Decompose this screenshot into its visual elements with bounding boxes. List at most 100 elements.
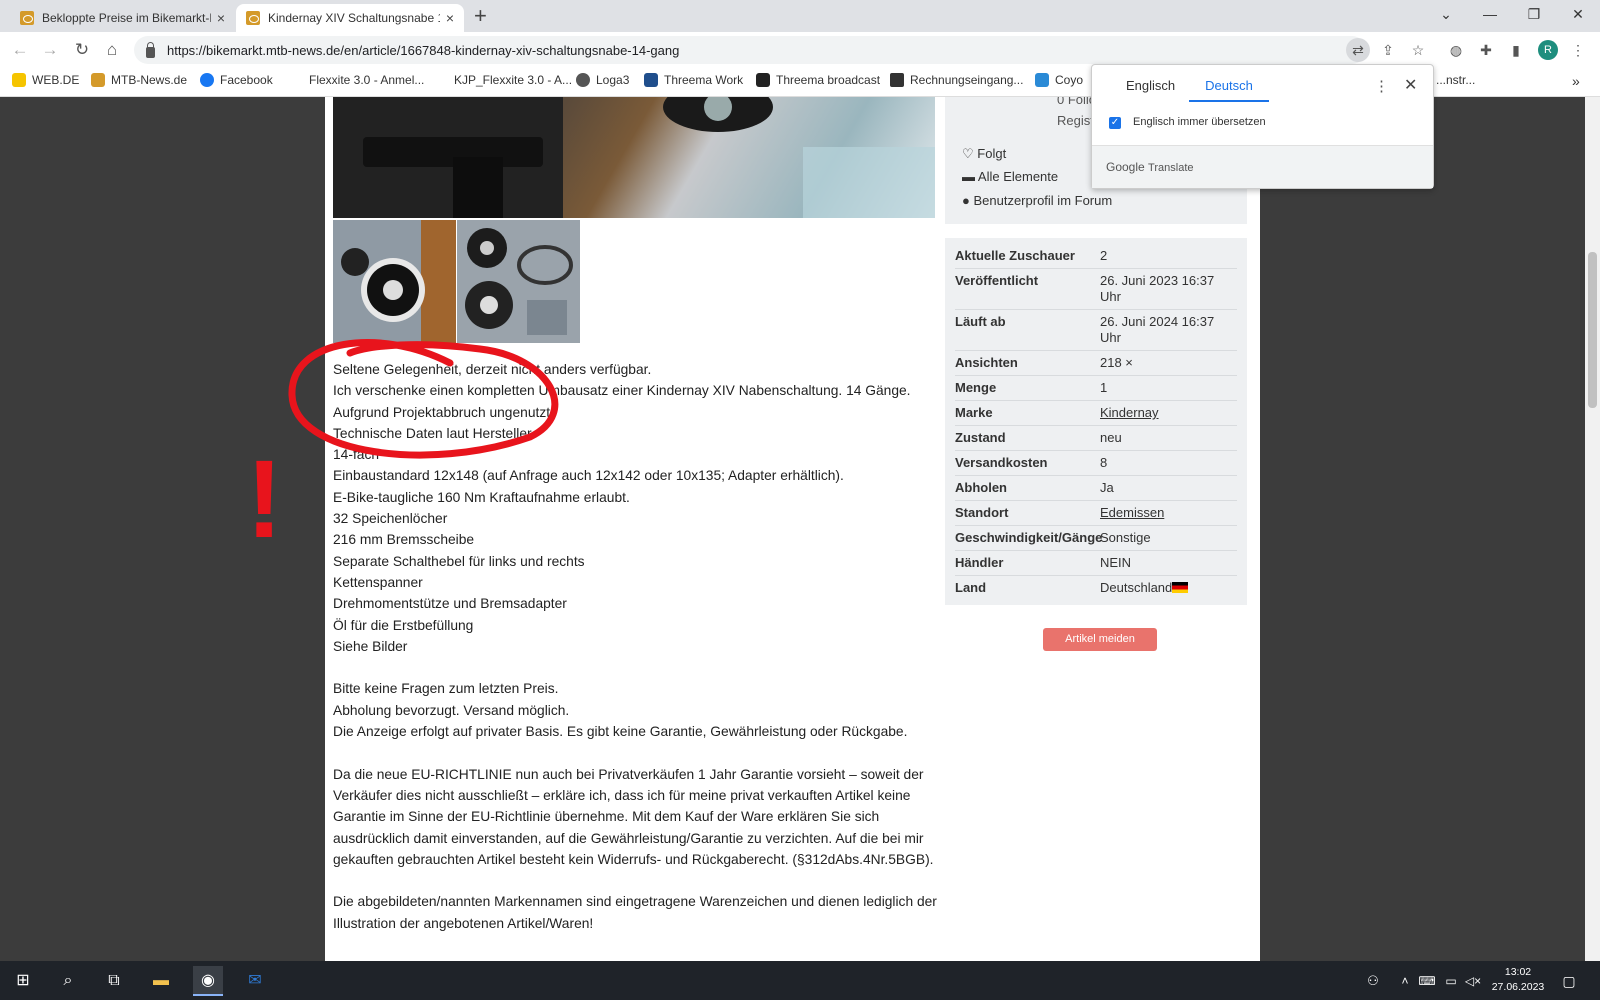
info-value: neu bbox=[1100, 430, 1122, 445]
info-key: Händler bbox=[955, 555, 1004, 570]
tab-kindernay[interactable]: Kindernay XIV Schaltungsnabe 14 × bbox=[236, 4, 464, 32]
options-dots-icon[interactable]: ⋮ bbox=[1374, 77, 1389, 95]
back-icon[interactable]: ← bbox=[8, 38, 32, 62]
volume-muted-icon[interactable]: ◁× bbox=[1458, 966, 1488, 996]
system-clock[interactable]: 13:02 27.06.2023 bbox=[1490, 965, 1546, 995]
bookmark-star-icon[interactable]: ☆ bbox=[1406, 38, 1430, 62]
forum-profile-link[interactable]: ● Benutzerprofil im Forum bbox=[962, 193, 1112, 208]
description-line: Kettenspanner bbox=[333, 574, 423, 590]
tab-strip: Bekloppte Preise im Bikemarkt-D × Kinder… bbox=[0, 0, 1600, 32]
minimize-icon[interactable]: — bbox=[1468, 0, 1512, 28]
bookmark-truncated[interactable]: ...nstr... bbox=[1436, 73, 1475, 87]
page-viewport: Seltene Gelegenheit, derzeit nicht ander… bbox=[0, 97, 1585, 961]
mtb-favicon-icon bbox=[246, 11, 260, 25]
share-icon[interactable]: ⇪ bbox=[1376, 38, 1400, 62]
article-info-table: Aktuelle Zuschauer 2 Veröffentlicht 26. Ju… bbox=[945, 238, 1247, 605]
close-popup-icon[interactable]: ✕ bbox=[1404, 75, 1417, 95]
description-paragraph: Da die neue EU-RICHTLINIE nun auch bei P… bbox=[333, 766, 934, 867]
info-value: 1 bbox=[1100, 380, 1108, 395]
url-text: https://bikemarkt.mtb-news.de/en/article… bbox=[167, 42, 680, 58]
address-bar[interactable]: https://bikemarkt.mtb-news.de/en/article… bbox=[134, 36, 1366, 64]
all-items-link[interactable]: ▬ Alle Elemente bbox=[962, 169, 1058, 184]
task-view-icon[interactable]: ⧉ bbox=[99, 966, 129, 996]
file-explorer-icon[interactable]: ▬ bbox=[146, 966, 176, 996]
bookmark-label: Coyo bbox=[1055, 73, 1084, 87]
windows-start-icon[interactable]: ⊞ bbox=[8, 966, 38, 996]
notifications-icon[interactable]: ▢ bbox=[1554, 966, 1584, 996]
info-value: 8 bbox=[1100, 455, 1108, 470]
always-translate-checkbox[interactable]: ✓ bbox=[1109, 117, 1121, 129]
new-tab-icon[interactable]: + bbox=[474, 4, 487, 28]
tab-search-icon[interactable]: ⌄ bbox=[1424, 0, 1468, 28]
bookmark-label: Threema Work bbox=[664, 73, 744, 87]
google-wordmark: Google bbox=[1106, 160, 1145, 174]
restore-icon[interactable]: ❐ bbox=[1512, 0, 1556, 28]
bookmark-label: Flexxite 3.0 - Anmel... bbox=[309, 73, 425, 87]
info-row: Abholen Ja bbox=[955, 476, 1237, 501]
bookmark-webde[interactable]: WEB.DE bbox=[12, 73, 79, 87]
search-icon[interactable]: ⌕ bbox=[53, 966, 83, 996]
extensions-puzzle-icon[interactable]: ✚ bbox=[1474, 38, 1498, 62]
location-link[interactable]: Edemissen bbox=[1100, 505, 1164, 521]
more-bookmarks-icon[interactable]: » bbox=[1572, 73, 1580, 89]
bookmark-threema-broadcast[interactable]: Threema broadcast bbox=[756, 73, 880, 87]
brand-link[interactable]: Kindernay bbox=[1100, 405, 1159, 421]
thumbnail-photo bbox=[333, 220, 456, 343]
google-translate-logo: Google Translate bbox=[1106, 160, 1194, 174]
follow-link[interactable]: ♡ Folgt bbox=[962, 146, 1006, 162]
main-product-image[interactable] bbox=[333, 97, 935, 218]
close-window-icon[interactable]: ✕ bbox=[1556, 0, 1600, 28]
info-row: Marke Kindernay bbox=[955, 401, 1237, 426]
all-items-label: Alle Elemente bbox=[977, 169, 1059, 184]
profile-avatar[interactable]: R bbox=[1538, 40, 1558, 60]
info-value: Deutschland bbox=[1100, 580, 1189, 596]
bookmark-label: KJP_Flexxite 3.0 - A... bbox=[454, 73, 573, 87]
forward-icon[interactable]: → bbox=[38, 38, 62, 62]
report-article-button[interactable]: Artikel meiden bbox=[1043, 628, 1157, 651]
extension-globe-icon[interactable]: ◍ bbox=[1444, 38, 1468, 62]
description-blank bbox=[333, 870, 943, 891]
bookmark-label: Facebook bbox=[220, 73, 273, 87]
info-row: Land Deutschland bbox=[955, 576, 1237, 600]
bookmark-kjp-flexxite[interactable]: KJP_Flexxite 3.0 - A... bbox=[434, 73, 572, 87]
close-tab-icon[interactable]: × bbox=[217, 10, 225, 26]
bookmark-threema-work[interactable]: Threema Work bbox=[644, 73, 743, 87]
bookmark-rechnungseingang[interactable]: Rechnungseingang... bbox=[890, 73, 1023, 87]
tab-title: Kindernay XIV Schaltungsnabe 14 bbox=[268, 11, 440, 25]
info-row: Menge 1 bbox=[955, 376, 1237, 401]
scrollbar-thumb[interactable] bbox=[1588, 252, 1597, 408]
info-value: Ja bbox=[1100, 480, 1114, 495]
translate-icon[interactable]: ⇄ bbox=[1346, 38, 1370, 62]
clock-time: 13:02 bbox=[1504, 966, 1532, 978]
reload-icon[interactable]: ↻ bbox=[70, 38, 94, 62]
bookmark-facebook[interactable]: Facebook bbox=[200, 73, 273, 87]
tab-target-language[interactable]: Deutsch bbox=[1189, 78, 1269, 102]
page-scrollbar[interactable] bbox=[1585, 97, 1600, 961]
bookmark-mtb-news[interactable]: MTB-News.de bbox=[91, 73, 187, 87]
annotation-exclamation: ! bbox=[246, 438, 283, 557]
close-tab-icon[interactable]: × bbox=[446, 10, 454, 26]
mtb-favicon-icon bbox=[20, 11, 34, 25]
info-key: Standort bbox=[955, 505, 1009, 520]
info-key: Ansichten bbox=[955, 355, 1018, 370]
bookmark-loga3[interactable]: Loga3 bbox=[576, 73, 629, 87]
bookmark-label: ...nstr... bbox=[1436, 73, 1476, 87]
outlook-icon[interactable]: ✉ bbox=[240, 966, 270, 996]
description-line: Bitte keine Fragen zum letzten Preis. bbox=[333, 681, 559, 697]
menu-dots-icon[interactable]: ⋮ bbox=[1566, 38, 1590, 62]
clock-date: 27.06.2023 bbox=[1491, 981, 1545, 993]
bookmark-coyo[interactable]: Coyo bbox=[1035, 73, 1083, 87]
browser-toolbar: ← → ↻ ⌂ https://bikemarkt.mtb-news.de/en… bbox=[0, 32, 1600, 68]
product-thumbnail[interactable] bbox=[333, 220, 456, 343]
bookmark-flexxite[interactable]: Flexxite 3.0 - Anmel... bbox=[289, 73, 424, 87]
side-panel-icon[interactable]: ▮ bbox=[1504, 38, 1528, 62]
people-icon[interactable]: ⚇ bbox=[1358, 966, 1388, 996]
tab-bekloppte-preise[interactable]: Bekloppte Preise im Bikemarkt-D × bbox=[10, 4, 235, 32]
info-value: 26. Juni 2024 16:37 Uhr bbox=[1100, 314, 1215, 345]
chrome-icon[interactable]: ◉ bbox=[193, 966, 223, 996]
home-icon[interactable]: ⌂ bbox=[100, 38, 124, 62]
description-line: Abholung bevorzugt. Versand möglich. bbox=[333, 702, 570, 718]
description-line: Drehmomentstütze und Bremsadapter bbox=[333, 596, 567, 612]
product-thumbnail[interactable] bbox=[457, 220, 580, 343]
tab-source-language[interactable]: Englisch bbox=[1126, 78, 1175, 93]
